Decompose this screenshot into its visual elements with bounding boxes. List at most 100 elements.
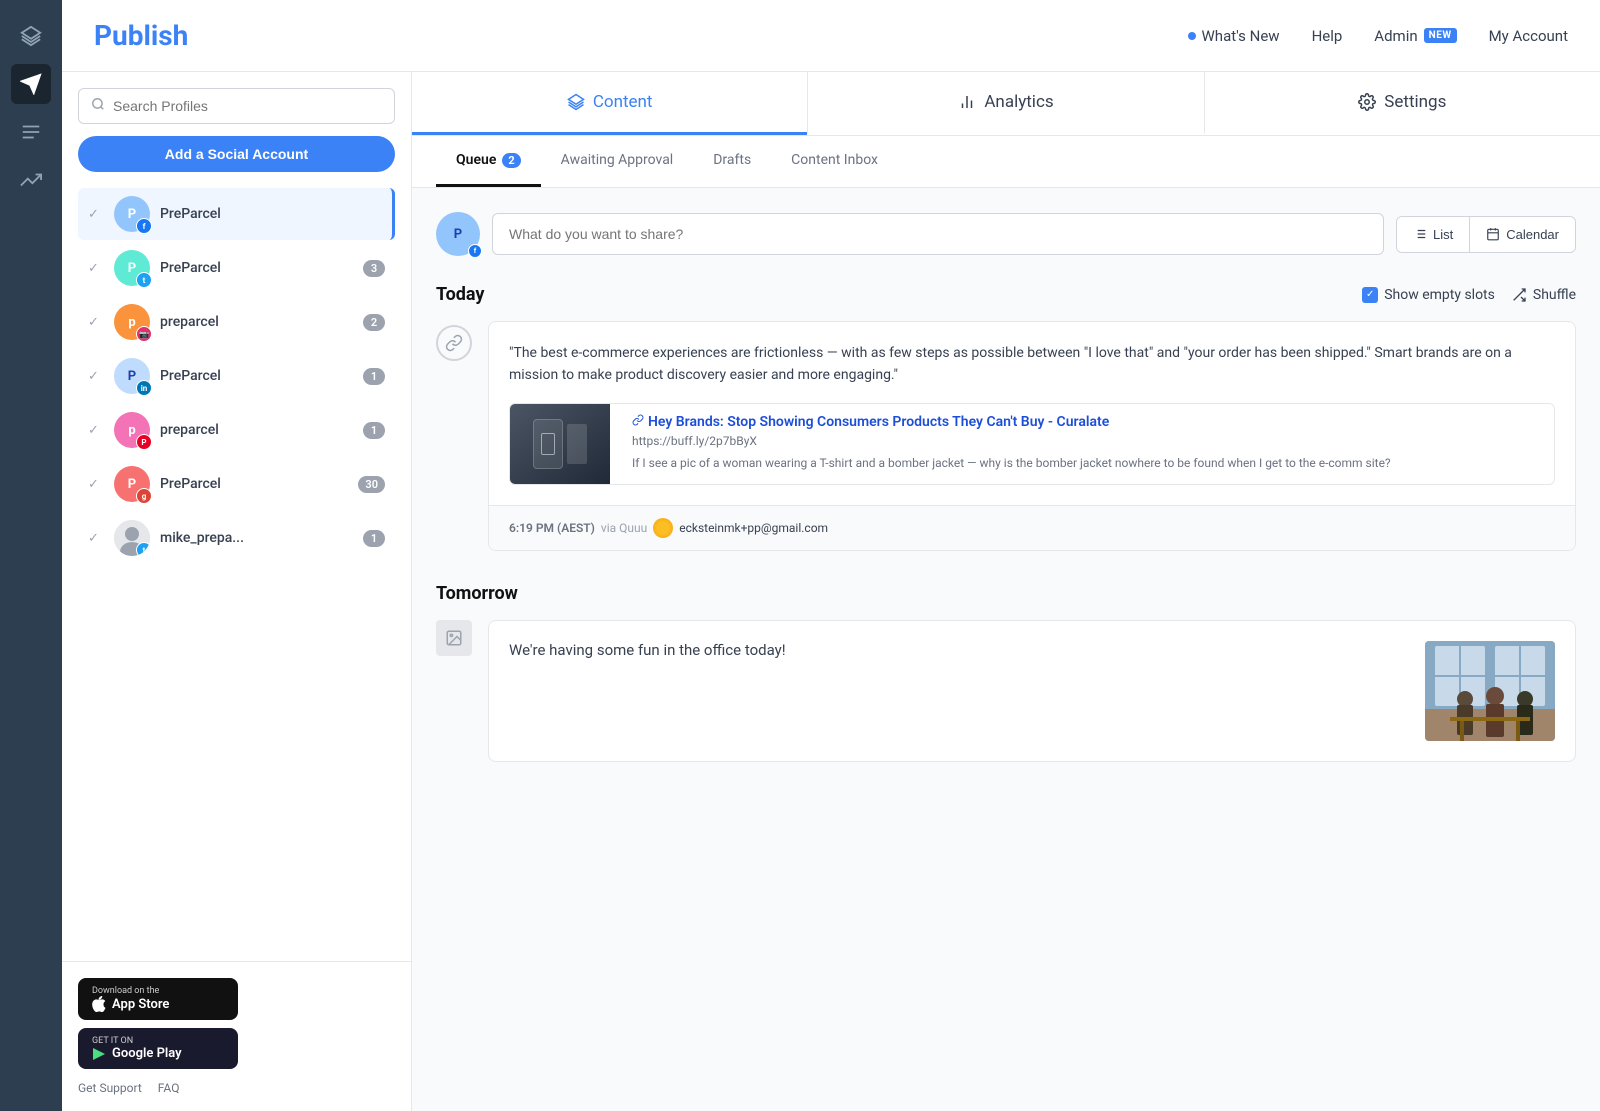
check-icon: ✓ xyxy=(88,531,104,546)
compose-avatar: P f xyxy=(436,212,480,256)
post-card-today: "The best e-commerce experiences are fri… xyxy=(488,321,1576,551)
profile-count: 30 xyxy=(358,476,385,493)
panel-content: P f List xyxy=(412,188,1600,1111)
twitter-badge: t xyxy=(136,542,150,556)
post-body: "The best e-commerce experiences are fri… xyxy=(489,322,1575,505)
profile-item-preparcel-li[interactable]: ✓ P in PreParcel 1 xyxy=(78,350,395,402)
profile-item-preparcel-gp[interactable]: ✓ P g PreParcel 30 xyxy=(78,458,395,510)
check-icon: ✓ xyxy=(88,315,104,330)
help-link[interactable]: Help xyxy=(1312,27,1343,45)
profile-avatar: p P xyxy=(114,412,150,448)
post-via: via Quuu xyxy=(601,521,647,535)
profile-item-mike-tw[interactable]: ✓ t mike_prepa... 1 xyxy=(78,512,395,564)
admin-new-badge: NEW xyxy=(1424,28,1457,43)
search-icon xyxy=(91,97,105,115)
today-title: Today xyxy=(436,284,485,305)
show-empty-slots-label[interactable]: ✓ Show empty slots xyxy=(1362,287,1495,303)
layers-icon[interactable] xyxy=(11,16,51,56)
tomorrow-post-image xyxy=(1425,641,1555,741)
tomorrow-post-text: We're having some fun in the office toda… xyxy=(509,641,1409,659)
my-account-link[interactable]: My Account xyxy=(1489,27,1568,45)
footer-links: Get Support FAQ xyxy=(78,1081,395,1095)
app-title: Publish xyxy=(94,19,188,52)
check-icon: ✓ xyxy=(88,261,104,276)
publish-icon[interactable] xyxy=(11,64,51,104)
draft-icon[interactable] xyxy=(11,112,51,152)
profile-avatar: P t xyxy=(114,250,150,286)
tab-content[interactable]: Content xyxy=(412,72,807,135)
subtab-drafts[interactable]: Drafts xyxy=(693,136,771,187)
post-text: "The best e-commerce experiences are fri… xyxy=(509,342,1555,387)
search-input[interactable] xyxy=(113,98,382,114)
post-row-today: "The best e-commerce experiences are fri… xyxy=(436,321,1576,567)
check-icon: ✓ xyxy=(88,477,104,492)
profile-item-preparcel-pi[interactable]: ✓ p P preparcel 1 xyxy=(78,404,395,456)
list-view-button[interactable]: List xyxy=(1397,217,1469,252)
profile-count: 3 xyxy=(363,260,385,277)
profile-count: 2 xyxy=(363,314,385,331)
compose-area: P f List xyxy=(436,212,1576,256)
today-section-header: Today ✓ Show empty slots xyxy=(436,284,1576,305)
subtab-content-inbox[interactable]: Content Inbox xyxy=(771,136,898,187)
profile-count: 1 xyxy=(363,530,385,547)
post-user: ecksteinmk+pp@gmail.com xyxy=(679,521,828,535)
whats-new-dot xyxy=(1188,32,1196,40)
profile-item-preparcel-tw[interactable]: ✓ P t PreParcel 3 xyxy=(78,242,395,294)
subtab-queue[interactable]: Queue 2 xyxy=(436,136,541,187)
analytics-icon[interactable] xyxy=(11,160,51,200)
phone-shape xyxy=(533,419,563,469)
app-store-button[interactable]: Download on the App Store xyxy=(78,978,238,1020)
tab-analytics[interactable]: Analytics xyxy=(807,72,1203,135)
profile-name: preparcel xyxy=(160,314,353,330)
profile-avatar: P f xyxy=(114,196,150,232)
tomorrow-section-header: Tomorrow xyxy=(436,583,1576,604)
panel-tabs: Content Analytics Settings xyxy=(412,72,1600,136)
pinterest-badge: P xyxy=(136,434,152,450)
google-play-sub: GET IT ON xyxy=(92,1036,224,1046)
right-panel: Content Analytics Settings xyxy=(412,72,1600,1111)
compose-social-badge: f xyxy=(468,244,482,258)
google-play-button[interactable]: GET IT ON Google Play xyxy=(78,1028,238,1069)
googleplus-badge: g xyxy=(136,488,152,504)
post-link-content: Hey Brands: Stop Showing Consumers Produ… xyxy=(622,404,1554,484)
tomorrow-post-card: We're having some fun in the office toda… xyxy=(488,620,1576,762)
faq-link[interactable]: FAQ xyxy=(158,1081,180,1095)
post-link-title: Hey Brands: Stop Showing Consumers Produ… xyxy=(632,414,1544,430)
post-row-tomorrow: We're having some fun in the office toda… xyxy=(436,620,1576,762)
subtab-awaiting-approval[interactable]: Awaiting Approval xyxy=(541,136,694,187)
post-link-url[interactable]: https://buff.ly/2p7bByX xyxy=(632,434,1544,448)
check-icon: ✓ xyxy=(88,369,104,384)
post-link-thumbnail xyxy=(510,404,610,484)
compose-input[interactable] xyxy=(492,213,1384,255)
calendar-view-button[interactable]: Calendar xyxy=(1469,217,1575,252)
shuffle-button[interactable]: Shuffle xyxy=(1511,287,1576,303)
profile-item-preparcel-ig[interactable]: ✓ p 📷 preparcel 2 xyxy=(78,296,395,348)
queue-badge: 2 xyxy=(502,153,520,168)
view-toggle: List Calendar xyxy=(1396,216,1576,253)
profile-list: ✓ P f PreParcel ✓ P t xyxy=(78,188,395,564)
profile-avatar: P g xyxy=(114,466,150,502)
profile-name: mike_prepa... xyxy=(160,530,353,546)
profile-name: PreParcel xyxy=(160,476,348,492)
whats-new-link[interactable]: What's New xyxy=(1188,27,1280,45)
content-area: Add a Social Account ✓ P f PreParcel xyxy=(62,72,1600,1111)
profile-item-preparcel-fb[interactable]: ✓ P f PreParcel xyxy=(78,188,395,240)
shuffle-icon xyxy=(1511,287,1527,303)
instagram-badge: 📷 xyxy=(136,326,152,342)
tomorrow-title: Tomorrow xyxy=(436,583,518,604)
admin-link[interactable]: Admin NEW xyxy=(1374,27,1456,45)
get-support-link[interactable]: Get Support xyxy=(78,1081,142,1095)
analytics-tab-icon xyxy=(958,93,976,111)
app-store-main: App Store xyxy=(92,996,224,1012)
sidebar: Add a Social Account ✓ P f PreParcel xyxy=(62,72,412,1111)
show-empty-slots-checkbox[interactable]: ✓ xyxy=(1362,287,1378,303)
search-box[interactable] xyxy=(78,88,395,124)
profile-avatar: p 📷 xyxy=(114,304,150,340)
sub-tabs: Queue 2 Awaiting Approval Drafts Content… xyxy=(412,136,1600,188)
section-controls: ✓ Show empty slots Shuffle xyxy=(1362,287,1576,303)
add-social-account-button[interactable]: Add a Social Account xyxy=(78,136,395,172)
tab-settings[interactable]: Settings xyxy=(1204,72,1600,135)
linkedin-badge: in xyxy=(136,380,152,396)
profile-avatar: P in xyxy=(114,358,150,394)
google-play-main: Google Play xyxy=(92,1046,224,1061)
